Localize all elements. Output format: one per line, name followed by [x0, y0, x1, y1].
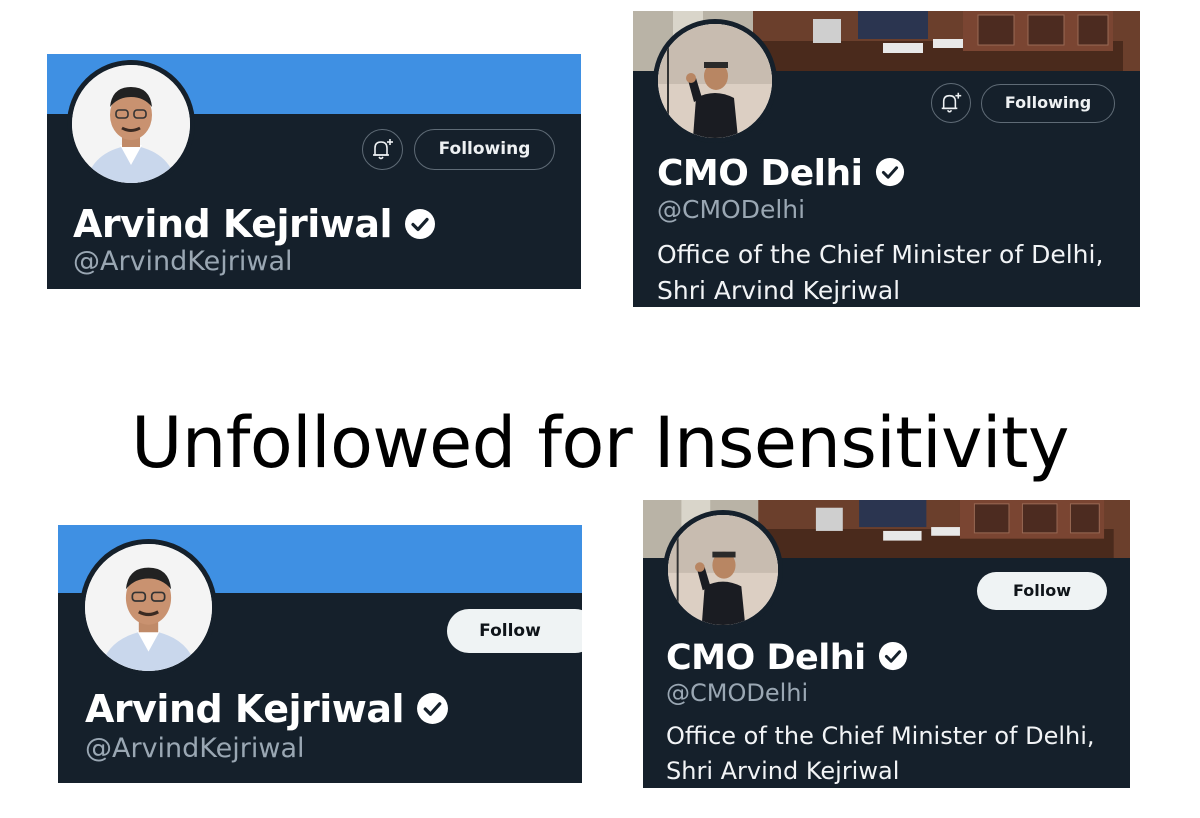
user-handle: @CMODelhi [666, 679, 809, 707]
profile-card-arvind-after: Follow Arvind Kejriwal @ArvindKejriwal [58, 525, 582, 783]
user-handle: @CMODelhi [657, 195, 806, 224]
avatar-cmo[interactable] [653, 19, 777, 143]
verified-badge-icon [878, 641, 907, 671]
user-handle: @ArvindKejriwal [73, 246, 293, 277]
notification-bell-icon [373, 139, 393, 160]
caption-title: Unfollowed for Insensitivity [131, 402, 1069, 484]
display-name-text: Arvind Kejriwal [85, 687, 405, 731]
bio-line-1: Office of the Chief Minister of Delhi, [666, 722, 1095, 750]
display-name: CMO Delhi [657, 153, 905, 194]
bio-line-1: Office of the Chief Minister of Delhi, [657, 240, 1104, 269]
display-name: Arvind Kejriwal [85, 687, 449, 731]
profile-bio: Office of the Chief Minister of Delhi, S… [657, 237, 1103, 307]
display-name-text: Arvind Kejriwal [73, 202, 393, 246]
avatar-cmo[interactable] [663, 510, 783, 630]
bio-line-2: Shri Arvind Kejriwal [666, 757, 900, 785]
display-name: CMO Delhi [666, 638, 908, 678]
follow-button[interactable]: Follow [977, 572, 1107, 610]
profile-bio: Office of the Chief Minister of Delhi, S… [666, 719, 1095, 788]
notification-bell-button[interactable] [931, 83, 971, 123]
follow-button[interactable]: Follow [447, 609, 582, 653]
notification-bell-button[interactable] [362, 129, 403, 170]
verified-badge-icon [417, 693, 449, 724]
profile-card-cmo-before: Following CMO Delhi @CMODelhi Office of … [633, 11, 1140, 307]
user-handle: @ArvindKejriwal [85, 733, 305, 764]
following-button[interactable]: Following [414, 129, 555, 170]
notification-bell-icon [941, 92, 962, 113]
profile-card-arvind-before: Following Arvind Kejriwal @ArvindKejriwa… [47, 54, 581, 289]
verified-badge-icon [875, 157, 904, 187]
bio-line-2: Shri Arvind Kejriwal [657, 276, 901, 305]
display-name: Arvind Kejriwal [73, 202, 436, 246]
display-name-text: CMO Delhi [666, 638, 866, 678]
avatar-arvind[interactable] [80, 539, 217, 676]
display-name-text: CMO Delhi [657, 153, 863, 194]
following-button[interactable]: Following [981, 84, 1115, 123]
verified-badge-icon [405, 208, 436, 239]
profile-card-cmo-after: Follow CMO Delhi @CMODelhi Office of the… [643, 500, 1130, 788]
avatar-arvind[interactable] [67, 60, 195, 188]
